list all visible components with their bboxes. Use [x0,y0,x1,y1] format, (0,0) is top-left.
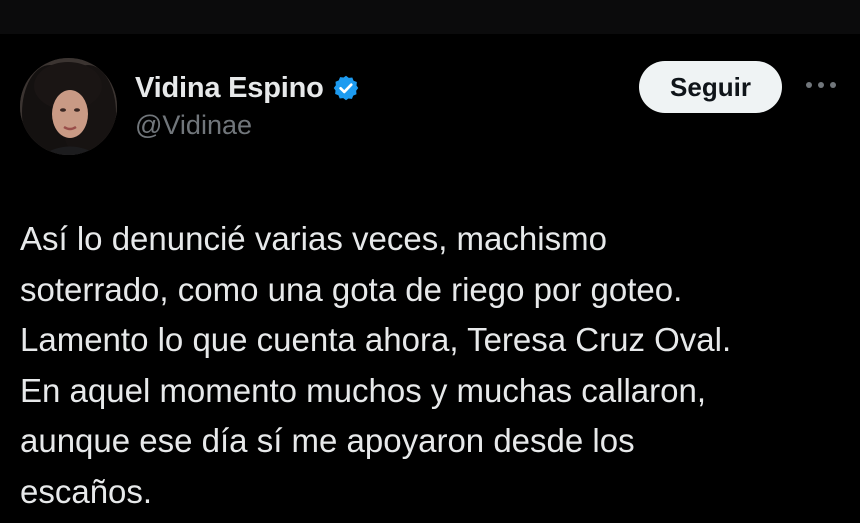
top-bar [0,0,860,34]
more-options-button[interactable] [800,70,842,100]
follow-button[interactable]: Seguir [639,61,782,113]
more-horizontal-icon [806,82,836,88]
user-handle[interactable]: @Vidinae [135,110,360,141]
verified-badge-icon[interactable] [332,74,360,102]
author-block[interactable]: Vidina Espino @Vidinae [135,70,360,141]
avatar-photo [20,58,117,155]
tweet-text: Así lo denuncié varias veces, machismo s… [20,220,732,510]
avatar[interactable] [20,58,117,155]
display-name[interactable]: Vidina Espino [135,72,324,105]
name-row: Vidina Espino [135,70,360,106]
tweet-card: Vidina Espino @Vidinae Seguir Así lo den… [0,34,860,523]
